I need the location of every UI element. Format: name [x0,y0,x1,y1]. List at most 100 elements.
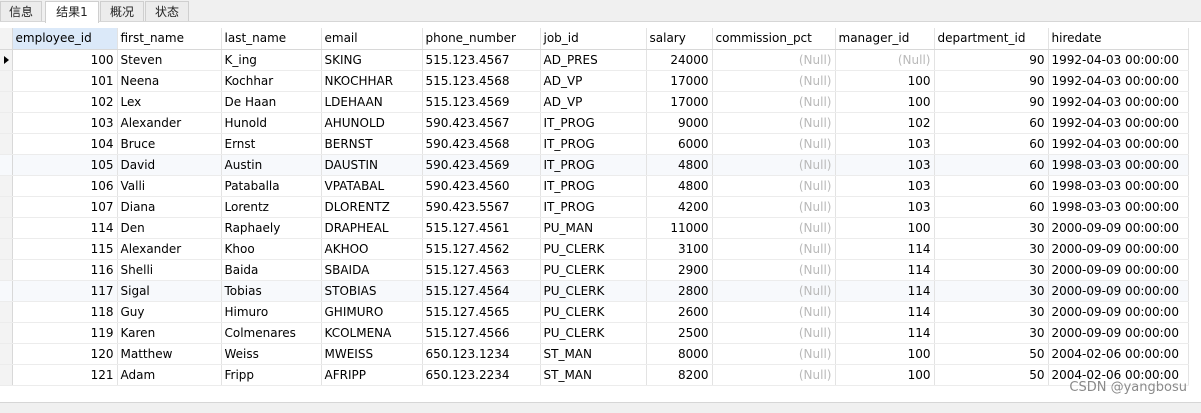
table-cell[interactable]: Neena [117,70,222,92]
table-cell[interactable]: 100 [835,217,935,239]
table-cell[interactable]: 30 [934,301,1049,323]
table-cell[interactable]: ST_MAN [540,364,647,386]
table-cell[interactable]: 11000 [646,217,713,239]
table-cell[interactable]: 60 [934,154,1049,176]
row-indicator[interactable] [0,112,13,134]
table-cell[interactable]: 515.123.4569 [422,91,541,113]
table-cell[interactable]: 2800 [646,280,713,302]
table-cell[interactable]: 30 [934,259,1049,281]
table-cell[interactable]: 24000 [646,49,713,71]
table-cell[interactable]: Raphaely [221,217,322,239]
table-cell[interactable]: 2000-09-09 00:00:00 [1048,238,1189,260]
table-cell[interactable]: 2000-09-09 00:00:00 [1048,280,1189,302]
table-cell[interactable]: (Null) [712,133,836,155]
table-cell[interactable]: Karen [117,322,222,344]
table-cell[interactable]: AD_PRES [540,49,647,71]
table-cell[interactable]: 102 [835,112,935,134]
table-cell[interactable]: BERNST [321,133,423,155]
table-cell[interactable]: 103 [12,112,118,134]
table-cell[interactable]: IT_PROG [540,154,647,176]
table-row[interactable]: 119 Karen Colmenares KCOLMENA 515.127.4566 PU… [0,322,1189,344]
table-cell[interactable]: 2004-02-06 00:00:00 [1048,343,1189,365]
row-indicator[interactable] [0,259,13,281]
table-cell[interactable]: 60 [934,196,1049,218]
row-indicator[interactable] [0,217,13,239]
table-cell[interactable]: (Null) [712,217,836,239]
table-cell[interactable]: 101 [12,70,118,92]
column-header[interactable]: salary [646,28,713,50]
table-cell[interactable]: 103 [835,196,935,218]
column-header[interactable]: phone_number [422,28,541,50]
table-cell[interactable]: (Null) [712,280,836,302]
tab-overview[interactable]: 概况 [100,1,144,21]
row-indicator[interactable] [0,175,13,197]
table-cell[interactable]: Sigal [117,280,222,302]
table-row[interactable]: 106 Valli Pataballa VPATABAL 590.423.4560 IT_… [0,175,1189,197]
table-cell[interactable]: 102 [12,91,118,113]
table-cell[interactable]: 100 [835,70,935,92]
table-cell[interactable]: AHUNOLD [321,112,423,134]
table-row[interactable]: 107 Diana Lorentz DLORENTZ 590.423.5567 IT_PR… [0,196,1189,218]
results-grid[interactable]: employee_id first_name last_name email p… [0,28,1201,402]
table-cell[interactable]: Guy [117,301,222,323]
table-cell[interactable]: 2600 [646,301,713,323]
table-cell[interactable]: PU_CLERK [540,280,647,302]
row-indicator[interactable] [0,91,13,113]
table-cell[interactable]: De Haan [221,91,322,113]
table-cell[interactable]: PU_MAN [540,217,647,239]
table-cell[interactable]: Fripp [221,364,322,386]
table-cell[interactable]: IT_PROG [540,175,647,197]
table-cell[interactable]: Khoo [221,238,322,260]
table-cell[interactable]: 103 [835,175,935,197]
table-cell[interactable]: AFRIPP [321,364,423,386]
table-cell[interactable]: 650.123.1234 [422,343,541,365]
table-row[interactable]: 120 Matthew Weiss MWEISS 650.123.1234 ST_MAN 8… [0,343,1189,365]
table-cell[interactable]: 515.123.4567 [422,49,541,71]
table-cell[interactable]: 114 [835,238,935,260]
column-header[interactable]: last_name [221,28,322,50]
table-cell[interactable]: 60 [934,175,1049,197]
table-cell[interactable]: 1992-04-03 00:00:00 [1048,112,1189,134]
table-cell[interactable]: AD_VP [540,91,647,113]
table-cell[interactable]: 105 [12,154,118,176]
table-cell[interactable]: 515.127.4566 [422,322,541,344]
table-cell[interactable]: 30 [934,280,1049,302]
table-cell[interactable]: (Null) [712,364,836,386]
table-cell[interactable]: 8000 [646,343,713,365]
table-cell[interactable]: 590.423.4568 [422,133,541,155]
row-indicator[interactable] [0,343,13,365]
table-row[interactable]: 101 Neena Kochhar NKOCHHAR 515.123.4568 AD_VP… [0,70,1189,92]
table-cell[interactable]: (Null) [835,49,935,71]
column-header[interactable]: email [321,28,423,50]
table-cell[interactable]: DAUSTIN [321,154,423,176]
table-cell[interactable]: 50 [934,343,1049,365]
table-cell[interactable]: 114 [835,280,935,302]
table-cell[interactable]: 114 [835,259,935,281]
column-header[interactable]: first_name [117,28,222,50]
table-cell[interactable]: Alexander [117,238,222,260]
table-cell[interactable]: (Null) [712,70,836,92]
table-cell[interactable]: Shelli [117,259,222,281]
row-indicator[interactable] [0,133,13,155]
column-header[interactable]: hiredate [1048,28,1189,50]
row-indicator[interactable] [0,70,13,92]
table-cell[interactable]: 590.423.4569 [422,154,541,176]
table-cell[interactable]: 515.127.4564 [422,280,541,302]
row-indicator[interactable] [0,280,13,302]
table-cell[interactable]: 2000-09-09 00:00:00 [1048,301,1189,323]
table-cell[interactable]: 515.127.4565 [422,301,541,323]
row-indicator[interactable] [0,364,13,386]
table-row[interactable]: 116 Shelli Baida SBAIDA 515.127.4563 PU_CLERK… [0,259,1189,281]
table-cell[interactable]: Steven [117,49,222,71]
row-indicator[interactable] [0,238,13,260]
column-header[interactable]: employee_id [12,28,118,50]
table-cell[interactable]: LDEHAAN [321,91,423,113]
table-cell[interactable]: Matthew [117,343,222,365]
table-cell[interactable]: (Null) [712,322,836,344]
table-cell[interactable]: 1992-04-03 00:00:00 [1048,91,1189,113]
table-cell[interactable]: GHIMURO [321,301,423,323]
table-cell[interactable]: 2000-09-09 00:00:00 [1048,322,1189,344]
table-cell[interactable]: Valli [117,175,222,197]
table-cell[interactable]: 1998-03-03 00:00:00 [1048,154,1189,176]
table-cell[interactable]: 590.423.5567 [422,196,541,218]
